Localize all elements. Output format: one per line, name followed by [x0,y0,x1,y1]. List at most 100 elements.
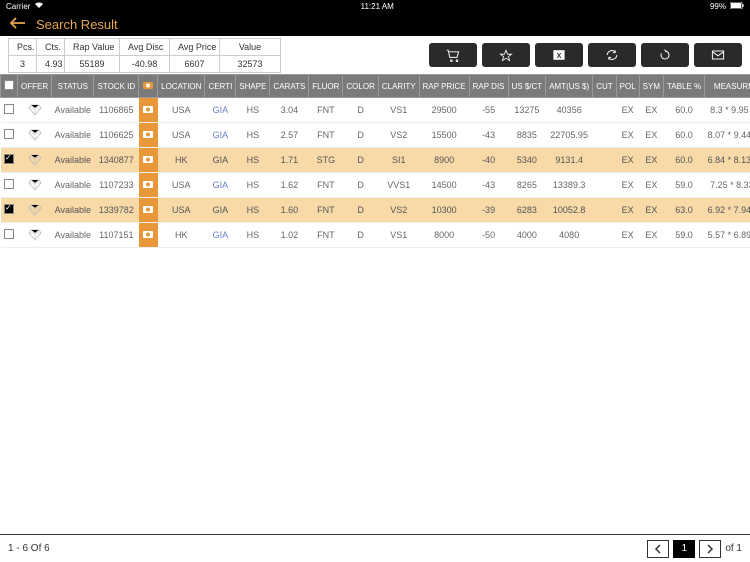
column-header[interactable]: OFFER [18,75,52,98]
reload-button[interactable] [641,43,689,67]
carats-cell: 1.60 [270,198,309,223]
row-checkbox[interactable] [4,179,14,189]
camera-cell[interactable] [139,198,158,223]
cert-cell[interactable]: GIA [205,148,236,173]
camera-cell[interactable] [139,173,158,198]
toolbar: Pcs.3 Cts.4.93 Rap Value55189 Avg Disc-4… [0,36,750,74]
column-header[interactable]: CARATS [270,75,309,98]
cert-cell[interactable]: GIA [205,123,236,148]
refresh-button[interactable] [588,43,636,67]
table-row[interactable]: Available1106625USAGIAHS2.57FNTDVS215500… [1,123,750,148]
location-cell: HK [158,148,205,173]
column-header[interactable] [1,75,18,98]
cert-cell[interactable]: GIA [205,98,236,123]
color-cell: D [343,173,378,198]
prev-page-button[interactable] [647,540,669,558]
carats-cell: 2.57 [270,123,309,148]
app-header: Search Result [0,12,750,36]
column-header[interactable]: CERTI [205,75,236,98]
column-header[interactable]: STOCK ID [94,75,139,98]
next-page-button[interactable] [699,540,721,558]
rapprice-cell: 15500 [419,123,469,148]
location-cell: USA [158,173,205,198]
fluor-cell: FNT [309,223,343,248]
row-checkbox[interactable] [4,229,14,239]
column-header[interactable]: CUT [593,75,616,98]
camera-cell[interactable] [139,123,158,148]
offer-cell[interactable] [18,123,52,148]
summary-val: 55189 [65,56,119,72]
offer-cell[interactable] [18,173,52,198]
row-checkbox[interactable] [4,104,14,114]
table-cell: 60.0 [664,148,705,173]
sym-cell: EX [639,173,663,198]
wifi-icon [34,1,44,11]
column-header[interactable]: STATUS [52,75,94,98]
column-header[interactable]: RAP PRICE [419,75,469,98]
column-header[interactable]: FLUOR [309,75,343,98]
camera-cell[interactable] [139,98,158,123]
svg-text:X: X [557,51,562,60]
offer-cell[interactable] [18,98,52,123]
table-row[interactable]: Available1339782USAGIAHS1.60FNTDVS210300… [1,198,750,223]
column-header[interactable]: SHAPE [236,75,270,98]
results-table-wrap: OFFERSTATUSSTOCK ID LOCATIONCERTISHAPECAR… [0,74,750,248]
offer-cell[interactable] [18,223,52,248]
row-checkbox[interactable] [4,204,14,214]
diamond-icon [28,177,42,191]
offer-cell[interactable] [18,198,52,223]
column-header[interactable]: RAP DIS [469,75,508,98]
pol-cell: EX [616,198,639,223]
excel-button[interactable]: X [535,43,583,67]
status-cell: Available [52,223,94,248]
camera-icon [142,80,154,90]
star-button[interactable] [482,43,530,67]
email-button[interactable] [694,43,742,67]
back-icon[interactable] [10,16,26,32]
column-header[interactable]: TABLE % [664,75,705,98]
column-header[interactable]: AMT(US $) [546,75,593,98]
status-cell: Available [52,198,94,223]
pol-cell: EX [616,223,639,248]
table-row[interactable]: Available1106865USAGIAHS3.04FNTDVS129500… [1,98,750,123]
battery-label: 99% [710,2,726,11]
cert-cell[interactable]: GIA [205,198,236,223]
summary-head: Rap Value [65,39,119,56]
shape-cell: HS [236,123,270,148]
column-header[interactable]: CLARITY [378,75,419,98]
row-checkbox[interactable] [4,129,14,139]
clarity-cell: VS1 [378,223,419,248]
camera-cell[interactable] [139,148,158,173]
column-header[interactable]: US $/CT [508,75,546,98]
rapprice-cell: 8900 [419,148,469,173]
table-row[interactable]: Available1107151HKGIAHS1.02FNTDVS18000-5… [1,223,750,248]
column-header[interactable] [139,75,158,98]
offer-cell[interactable] [18,148,52,173]
time-label: 11:21 AM [361,2,394,11]
table-row[interactable]: Available1340877HKGIAHS1.71STGDSI18900-4… [1,148,750,173]
rapdis-cell: -39 [469,198,508,223]
select-all-checkbox[interactable] [4,80,14,90]
column-header[interactable]: POL [616,75,639,98]
usct-cell: 6283 [508,198,546,223]
column-header[interactable]: SYM [639,75,663,98]
column-header[interactable]: COLOR [343,75,378,98]
column-header[interactable]: MEASURMENT [705,75,750,98]
rapprice-cell: 14500 [419,173,469,198]
row-checkbox[interactable] [4,154,14,164]
camera-icon [142,229,154,239]
table-row[interactable]: Available1107233USAGIAHS1.62FNTDVVS11450… [1,173,750,198]
pol-cell: EX [616,123,639,148]
results-table: OFFERSTATUSSTOCK ID LOCATIONCERTISHAPECAR… [0,74,750,248]
cert-cell[interactable]: GIA [205,223,236,248]
column-header[interactable]: LOCATION [158,75,205,98]
shape-cell: HS [236,98,270,123]
summary-head: Cts. [37,39,64,56]
camera-cell[interactable] [139,223,158,248]
summary-head: Avg Price [170,39,219,56]
location-cell: USA [158,198,205,223]
summary-head: Value [220,39,280,56]
rapdis-cell: -50 [469,223,508,248]
cart-button[interactable] [429,43,477,67]
cert-cell[interactable]: GIA [205,173,236,198]
